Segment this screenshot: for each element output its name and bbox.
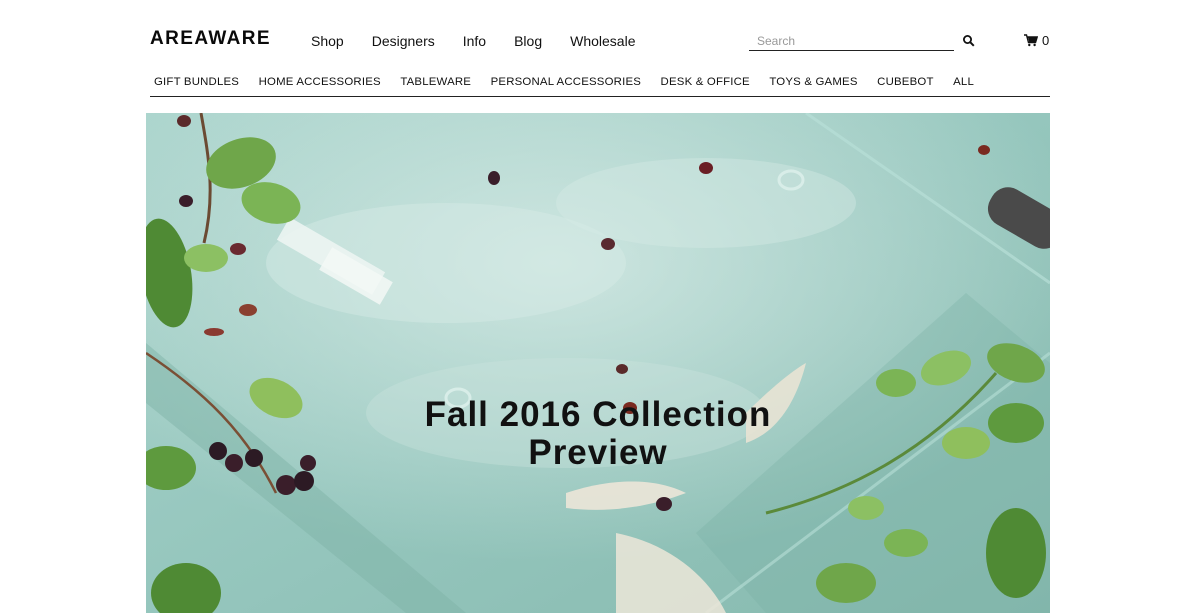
nav-designers[interactable]: Designers <box>372 33 435 49</box>
cart-count: 0 <box>1042 33 1050 48</box>
category-nav: GIFT BUNDLES HOME ACCESSORIES TABLEWARE … <box>150 76 1050 97</box>
category-gift-bundles[interactable]: GIFT BUNDLES <box>154 76 239 96</box>
category-home-accessories[interactable]: HOME ACCESSORIES <box>259 76 381 96</box>
hero-title-line2: Preview <box>528 433 668 472</box>
nav-shop[interactable]: Shop <box>311 33 344 49</box>
search-input[interactable] <box>749 32 954 50</box>
cart-icon <box>1024 34 1038 47</box>
cart-link[interactable]: 0 <box>1024 33 1049 48</box>
main-nav: Shop Designers Info Blog Wholesale <box>311 33 664 49</box>
hero-title: Fall 2016 Collection Preview <box>146 396 1050 472</box>
nav-blog[interactable]: Blog <box>514 33 542 49</box>
site-header: AREAWARE Shop Designers Info Blog Wholes… <box>0 0 1200 100</box>
search-box <box>749 32 954 51</box>
hero-title-line1: Fall 2016 Collection <box>424 395 772 434</box>
search-icon[interactable] <box>962 34 976 48</box>
hero-banner[interactable]: Fall 2016 Collection Preview <box>146 113 1050 613</box>
nav-wholesale[interactable]: Wholesale <box>570 33 635 49</box>
hero-image <box>146 113 1050 613</box>
category-desk-office[interactable]: DESK & OFFICE <box>661 76 750 96</box>
nav-info[interactable]: Info <box>463 33 486 49</box>
category-cubebot[interactable]: CUBEBOT <box>877 76 933 96</box>
category-personal-accessories[interactable]: PERSONAL ACCESSORIES <box>491 76 641 96</box>
category-tableware[interactable]: TABLEWARE <box>400 76 471 96</box>
category-all[interactable]: ALL <box>953 76 974 96</box>
brand-logo[interactable]: AREAWARE <box>150 28 271 50</box>
category-toys-games[interactable]: TOYS & GAMES <box>769 76 857 96</box>
